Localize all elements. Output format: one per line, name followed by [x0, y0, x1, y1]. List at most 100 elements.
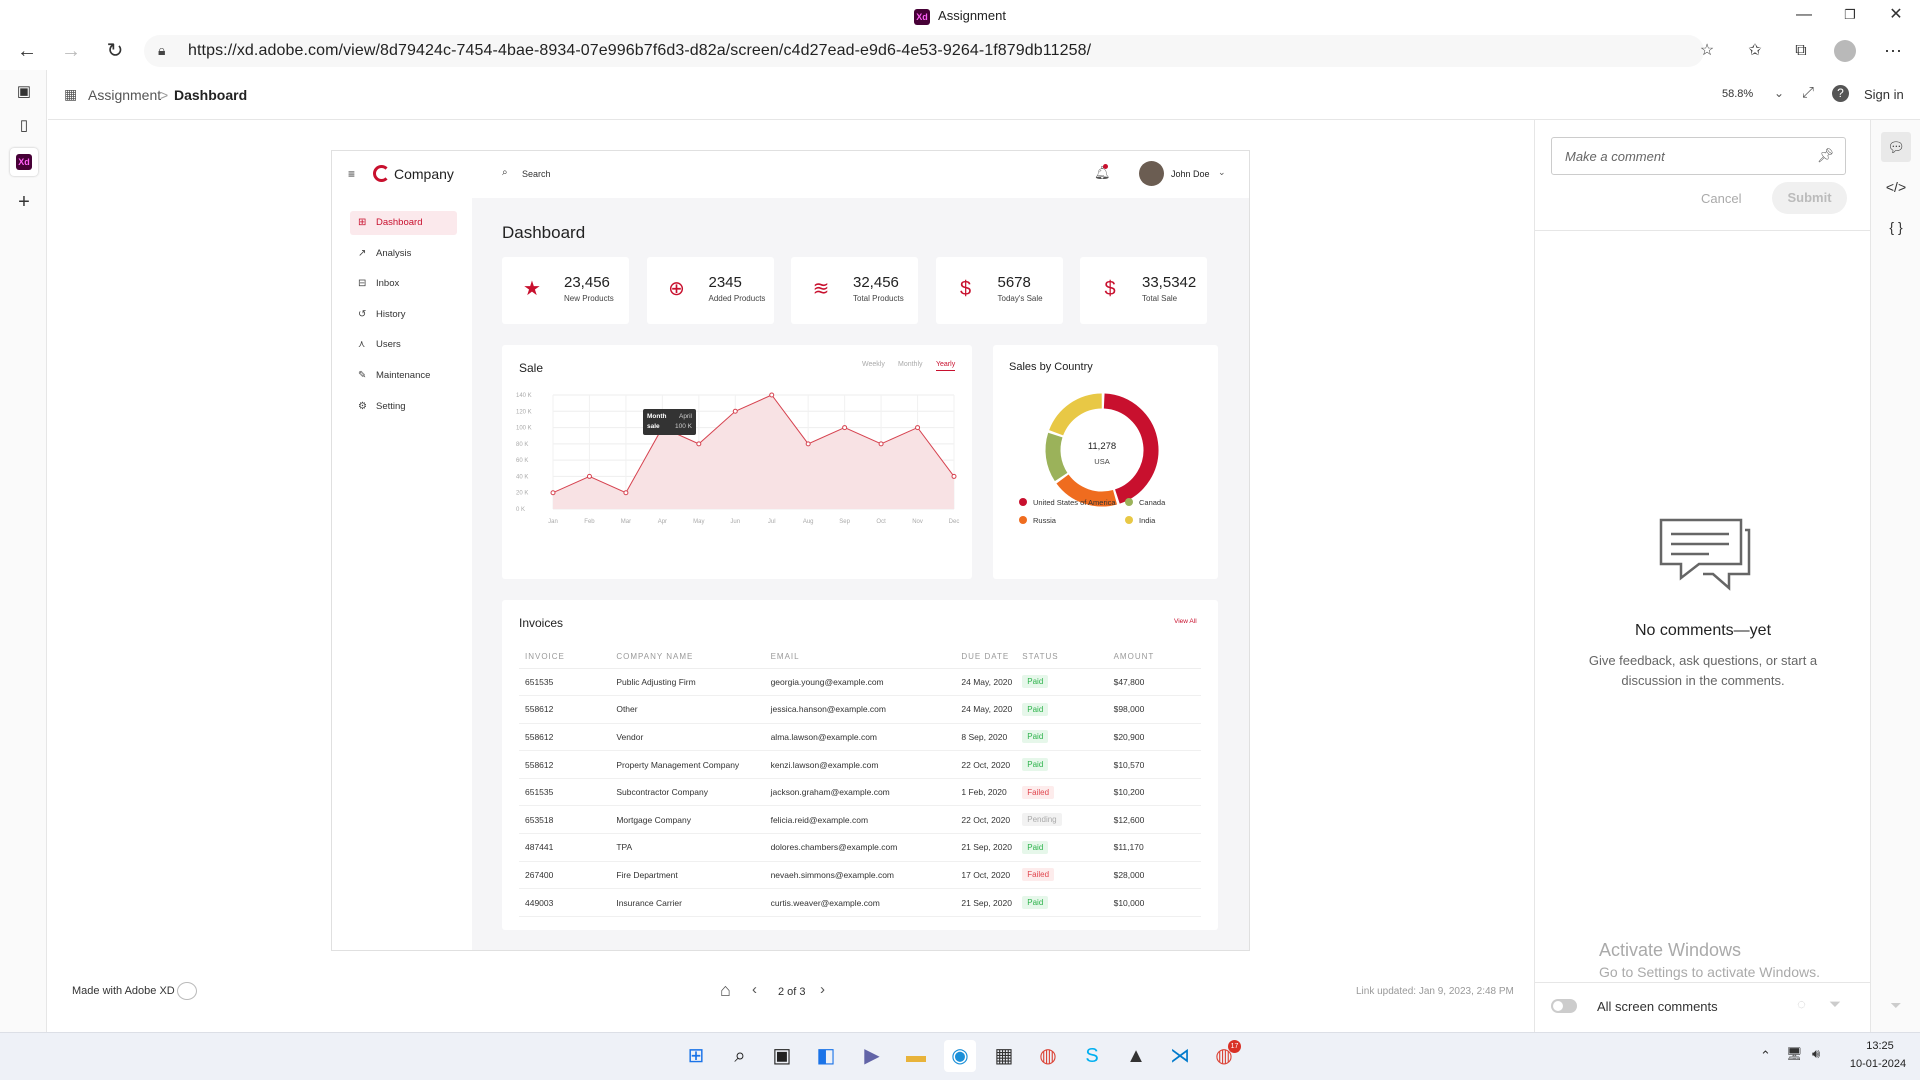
x-tick-label: May: [693, 519, 704, 525]
new-tab-icon[interactable]: +: [10, 188, 38, 216]
tab-yearly[interactable]: Yearly: [936, 361, 956, 371]
nav-item-inbox[interactable]: ⊟ Inbox: [350, 272, 457, 296]
table-row[interactable]: 651535 Public Adjusting Firm georgia.young…: [519, 668, 1201, 697]
store-icon[interactable]: ▦: [988, 1040, 1020, 1072]
chrome-icon[interactable]: ◍: [1032, 1040, 1064, 1072]
column-header[interactable]: AMOUNT: [1107, 646, 1201, 669]
start-icon[interactable]: ⊞: [680, 1040, 712, 1072]
view-all-link[interactable]: View All: [1174, 618, 1197, 625]
help-icon[interactable]: ?: [1832, 85, 1849, 102]
pin-icon[interactable]: 📌︎: [1817, 147, 1835, 164]
xd-tab-icon[interactable]: Xd: [10, 148, 38, 176]
taskbar-search-icon[interactable]: ⌕: [724, 1040, 756, 1072]
sale-chart-card: Sale Weekly Monthly Yearly 0 K 20 K 40 K 60…: [502, 345, 972, 579]
user-name[interactable]: John Doe: [1171, 169, 1210, 179]
hide-comments-icon[interactable]: ◌: [1797, 996, 1806, 1013]
minimize-button[interactable]: —: [1782, 0, 1826, 32]
search-input[interactable]: Search: [522, 169, 551, 179]
nav-item-analysis[interactable]: ↗ Analysis: [350, 242, 457, 266]
column-header[interactable]: COMPANY NAME: [610, 646, 765, 669]
grid-apps-icon[interactable]: ▦: [64, 86, 77, 103]
bottom-filter-icon[interactable]: ⏷: [1881, 990, 1911, 1020]
table-row[interactable]: 558612 Vendor alma.lawson@example.com 8 Sep…: [519, 723, 1201, 752]
tab-actions-icon[interactable]: ▣: [10, 78, 38, 106]
sale-data-point[interactable]: [878, 441, 884, 447]
table-row[interactable]: 267400 Fire Department nevaeh.simmons@exam…: [519, 861, 1201, 890]
user-chevron-down-icon[interactable]: ⌄: [1218, 167, 1226, 178]
table-row[interactable]: 487441 TPA dolores.chambers@example.com 21 …: [519, 833, 1201, 862]
nav-item-maintenance[interactable]: ✎ Maintenance: [350, 364, 457, 388]
table-row[interactable]: 449003 Insurance Carrier curtis.weaver@exa…: [519, 888, 1201, 917]
volume-icon[interactable]: 🔊︎: [1812, 1046, 1820, 1062]
task-view-icon[interactable]: ▣: [766, 1040, 798, 1072]
sale-data-point[interactable]: [842, 425, 848, 431]
edge-icon[interactable]: ◉: [944, 1040, 976, 1072]
file-explorer-icon[interactable]: ▬: [900, 1040, 932, 1072]
donut-slice[interactable]: [1049, 393, 1103, 436]
favorite-add-icon[interactable]: ☆: [1692, 36, 1722, 66]
url-text[interactable]: https://xd.adobe.com/view/8d79424c-7454-…: [188, 42, 1091, 60]
breadcrumb-root[interactable]: Assignment: [88, 87, 161, 103]
nav-item-users[interactable]: ⋏ Users: [350, 333, 457, 357]
user-avatar[interactable]: [1139, 161, 1164, 186]
zoom-level[interactable]: 58.8%: [1722, 88, 1753, 100]
table-row[interactable]: 558612 Property Management Company kenzi.l…: [519, 750, 1201, 779]
sale-data-point[interactable]: [769, 392, 775, 398]
sale-data-point[interactable]: [550, 490, 556, 496]
code-tab-icon[interactable]: </>: [1881, 172, 1911, 202]
photos-icon[interactable]: ▲: [1120, 1040, 1152, 1072]
activate-windows-sub: Go to Settings to activate Windows.: [1599, 964, 1820, 980]
skype-icon[interactable]: S: [1076, 1040, 1108, 1072]
table-row[interactable]: 558612 Other jessica.hanson@example.com 24 …: [519, 695, 1201, 724]
column-header[interactable]: STATUS: [1016, 646, 1108, 669]
forward-button[interactable]: →: [56, 36, 86, 66]
widgets-icon[interactable]: ◧: [810, 1040, 842, 1072]
nav-item-dashboard[interactable]: ⊞ Dashboard: [350, 211, 457, 235]
sale-data-point[interactable]: [623, 490, 629, 496]
reload-button[interactable]: ↻: [100, 36, 130, 66]
menu-icon[interactable]: ≡: [348, 167, 355, 181]
sale-data-point[interactable]: [696, 441, 702, 447]
tray-chevron-icon[interactable]: ⌃: [1760, 1048, 1771, 1064]
sale-data-point[interactable]: [951, 473, 957, 479]
cancel-button[interactable]: Cancel: [1701, 191, 1741, 206]
teams-icon[interactable]: ▶: [856, 1040, 888, 1072]
next-screen-icon[interactable]: ›: [820, 981, 825, 998]
nav-item-setting[interactable]: ⚙ Setting: [350, 395, 457, 419]
donut-slice[interactable]: [1056, 474, 1118, 507]
filter-icon[interactable]: ⏷: [1829, 996, 1841, 1013]
page-icon[interactable]: ▯: [10, 112, 38, 140]
clock-date: 10-01-2024: [1849, 1058, 1907, 1070]
back-button[interactable]: ←: [12, 36, 42, 66]
close-window-button[interactable]: ✕: [1874, 0, 1918, 32]
table-row[interactable]: 651535 Subcontractor Company jackson.graha…: [519, 778, 1201, 807]
nav-item-history[interactable]: ↺ History: [350, 303, 457, 327]
sale-data-point[interactable]: [805, 441, 811, 447]
column-header[interactable]: DUE DATE: [955, 646, 1017, 669]
sale-data-point[interactable]: [732, 408, 738, 414]
network-icon[interactable]: 🖥︎: [1786, 1046, 1803, 1062]
table-row[interactable]: 653518 Mortgage Company felicia.reid@examp…: [519, 805, 1201, 835]
legend-item: Canada: [1125, 498, 1165, 507]
comments-tab-icon[interactable]: 💬︎: [1881, 132, 1911, 162]
profile-avatar[interactable]: [1834, 40, 1856, 62]
tab-weekly[interactable]: Weekly: [862, 361, 885, 368]
chevron-down-icon[interactable]: ⌄: [1774, 86, 1784, 100]
column-header[interactable]: INVOICE: [519, 646, 611, 669]
vscode-icon[interactable]: ⋊: [1164, 1040, 1196, 1072]
favorites-icon[interactable]: ✩: [1740, 36, 1770, 66]
tab-monthly[interactable]: Monthly: [898, 361, 923, 368]
column-header[interactable]: EMAIL: [764, 646, 956, 669]
fullscreen-icon[interactable]: ⤢: [1802, 84, 1814, 101]
sale-data-point[interactable]: [586, 473, 592, 479]
home-icon[interactable]: ⌂: [720, 980, 731, 1001]
submit-button[interactable]: Submit: [1772, 182, 1847, 214]
all-comments-toggle[interactable]: [1551, 999, 1577, 1013]
sale-data-point[interactable]: [915, 425, 921, 431]
specs-tab-icon[interactable]: { }: [1881, 212, 1911, 242]
restore-button[interactable]: ❐: [1828, 0, 1872, 32]
more-menu-icon[interactable]: ⋯: [1878, 36, 1908, 66]
sign-in-link[interactable]: Sign in: [1864, 87, 1904, 102]
prev-screen-icon[interactable]: ‹: [752, 981, 757, 998]
collections-icon[interactable]: ⧉: [1786, 36, 1816, 66]
